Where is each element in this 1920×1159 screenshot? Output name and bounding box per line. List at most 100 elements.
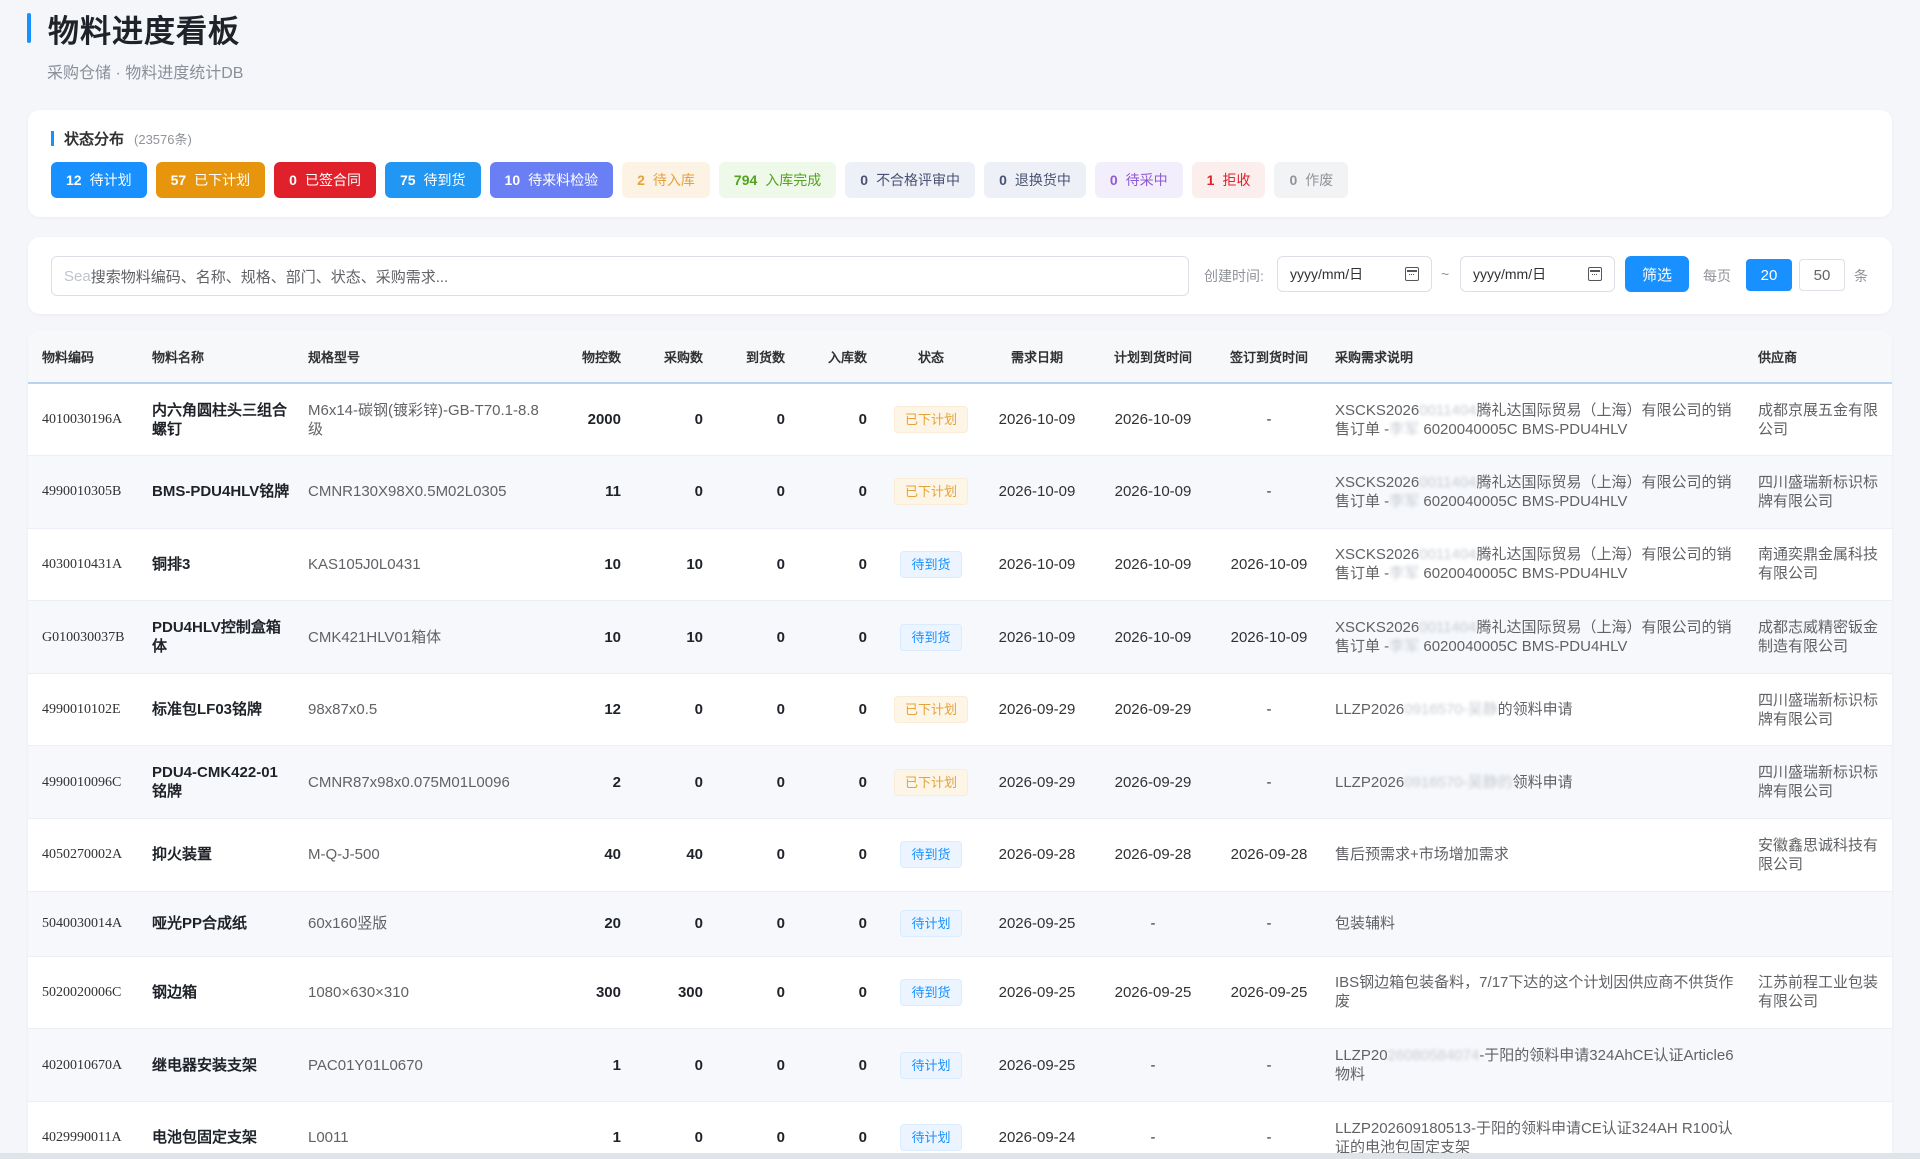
rk-qty-cell: 0 [858,701,867,719]
requirement-cell: IBS钢边箱包装备料，7/17下达的这个计划因供应商不供货作废 [1327,956,1750,1029]
date-from-input[interactable]: yyyy/mm/日 [1277,256,1432,292]
col-header-plan-date[interactable]: 计划到货时间 [1095,330,1211,383]
material-table: 物料编码 物料名称 规格型号 物控数 采购数 到货数 入库数 状态 需求日期 计… [28,330,1892,1159]
status-chip[interactable]: 0 不合格评审中 [845,162,976,198]
table-row[interactable]: 4010030196A 内六角圆柱头三组合螺钉 M6x14-碳钢(镀彩锌)-GB-T… [28,383,1892,456]
col-header-name[interactable]: 物料名称 [144,330,300,383]
requirement-redacted: 李军 [1389,492,1420,510]
cg-qty-cell: 0 [694,483,703,501]
status-chip-label: 作废 [1305,172,1334,188]
rk-qty-cell: 0 [858,1056,867,1074]
sign-date-cell: 2026-09-28 [1230,846,1308,864]
need-date-cell: 2026-09-25 [998,1056,1076,1074]
sign-date-cell: - [1266,1056,1272,1074]
material-code-cell: 4990010096C [42,774,122,790]
search-input[interactable]: Sea 搜索物料编码、名称、规格、部门、状态、采购需求... [51,256,1189,296]
search-placeholder: 搜索物料编码、名称、规格、部门、状态、采购需求... [90,268,449,286]
col-header-need-date[interactable]: 需求日期 [979,330,1095,383]
status-chip[interactable]: 0 待采中 [1094,162,1183,198]
status-chip[interactable]: 2 待入库 [622,162,710,198]
status-chip[interactable]: 12 待计划 [51,162,147,198]
material-table-card: 物料编码 物料名称 规格型号 物控数 采购数 到货数 入库数 状态 需求日期 计… [28,330,1892,1159]
need-date-cell: 2026-10-09 [998,555,1076,573]
status-chip-label: 入库完成 [765,172,822,188]
status-chip-label: 待入库 [652,172,695,188]
col-header-cg[interactable]: 采购数 [637,330,719,383]
bottom-scroll-edge [0,1153,1920,1159]
status-cell: 已下计划 [883,456,979,529]
status-cell: 待到货 [883,601,979,674]
rk-qty-cell: 0 [858,846,867,864]
dh-qty-cell: 0 [776,555,785,573]
requirement-text: 包装辅料 [1335,915,1396,933]
calendar-icon[interactable] [1588,267,1602,281]
requirement-redacted: 0011404 [1419,546,1477,564]
col-header-rk[interactable]: 入库数 [801,330,883,383]
dh-qty-cell: 0 [776,1056,785,1074]
requirement-text: 6020040005C BMS-PDU4HLV [1419,420,1628,438]
col-header-supplier[interactable]: 供应商 [1750,330,1892,383]
col-header-spec[interactable]: 规格型号 [300,330,555,383]
dh-qty-cell: 0 [776,628,785,646]
calendar-icon[interactable] [1405,267,1419,281]
rk-qty-cell: 0 [858,555,867,573]
col-header-dh[interactable]: 到货数 [719,330,801,383]
requirement-cell: 售后预需求+市场增加需求 [1327,819,1750,892]
status-chip-list: 12 待计划 57 已下计划 0 已签合同 75 待到货 10 待来料检验 2 待入库 794 入库完成 0… [51,162,1349,198]
table-row[interactable]: 4990010102E 标准包LF03铭牌 98x87x0.5 12 0 0 0 已下计划 20… [28,673,1892,746]
status-chip-count: 1 [1206,172,1215,188]
col-header-code[interactable]: 物料编码 [28,330,144,383]
cg-qty-cell: 0 [694,701,703,719]
table-row[interactable]: 4990010305B BMS-PDU4HLV铭牌 CMNR130X98X0.5M0… [28,455,1892,529]
table-row[interactable]: 4020010670A 继电器安装支架 PAC01Y01L0670 1 0 0 0 待计划 20… [28,1028,1892,1102]
table-row[interactable]: 5020020006C 钢边箱 1080×630×310 300 300 0 0 待到货 202… [28,956,1892,1029]
material-name-cell: 抑火装置 [152,846,213,864]
material-code-cell: 4990010102E [42,702,121,718]
supplier-cell [1750,1029,1892,1102]
requirement-text: 6020040005C BMS-PDU4HLV [1419,492,1628,510]
table-row[interactable]: G010030037B PDU4HLV控制盒箱体 CMK421HLV01箱体 10 10… [28,600,1892,674]
requirement-cell: XSCKS20260011404腾礼达国际贸易（上海）有限公司的销售订单 -李军… [1327,383,1750,456]
requirement-redacted: 李军 [1389,565,1420,583]
date-to-placeholder: yyyy/mm/日 [1473,266,1547,282]
date-from-placeholder: yyyy/mm/日 [1290,266,1364,282]
status-badge: 待到货 [900,841,962,869]
status-chip[interactable]: 0 退换货中 [984,162,1086,198]
table-row[interactable]: 4050270002A 抑火装置 M-Q-J-500 40 40 0 0 待到货 2026-09… [28,819,1892,892]
status-chip-label: 待来料检验 [528,172,599,188]
spec-cell: 60x160竖版 [308,915,388,933]
material-code-cell: 5020020006C [42,984,122,1000]
col-header-wk[interactable]: 物控数 [555,330,637,383]
status-badge: 已下计划 [893,696,968,724]
status-chip[interactable]: 75 待到货 [384,162,481,198]
status-chip-count: 0 [289,172,297,188]
status-chip[interactable]: 57 已下计划 [155,162,266,198]
requirement-redacted: 0011404 [1419,401,1477,419]
material-name-cell: 继电器安装支架 [152,1056,258,1074]
need-date-cell: 2026-10-09 [998,411,1076,429]
table-row[interactable]: 4030010431A 铜排3 KAS105J0L0431 10 10 0 0 待到货 2026… [28,528,1892,601]
page-size-50-button[interactable]: 50 [1799,259,1845,291]
status-chip-count: 794 [733,172,758,188]
status-chip[interactable]: 794 入库完成 [718,162,837,198]
table-row[interactable]: 5040030014A 哑光PP合成纸 60x160竖版 20 0 0 0 待计划 2026-0… [28,891,1892,957]
col-header-requirement[interactable]: 采购需求说明 [1327,330,1750,383]
status-chip[interactable]: 0 作废 [1274,162,1349,198]
wk-qty-cell: 11 [605,483,621,501]
table-row[interactable]: 4990010096C PDU4-CMK422-01铭牌 CMNR87x98x0.0… [28,745,1892,819]
status-distribution-card: 状态分布 (23576条) 12 待计划 57 已下计划 0 已签合同 75 待到货 10 待来料… [28,110,1892,217]
dh-qty-cell: 0 [776,701,785,719]
col-header-status[interactable]: 状态 [883,330,979,383]
status-chip[interactable]: 1 拒收 [1191,162,1266,198]
status-badge: 待到货 [900,550,962,578]
filter-button[interactable]: 筛选 [1625,256,1689,292]
date-to-input[interactable]: yyyy/mm/日 [1460,256,1615,292]
status-chip[interactable]: 0 已签合同 [274,162,376,198]
rk-qty-cell: 0 [858,483,867,501]
status-chip[interactable]: 10 待来料检验 [489,162,614,198]
col-header-sign-date[interactable]: 签订到货时间 [1211,330,1327,383]
need-date-cell: 2026-09-29 [998,701,1076,719]
page-size-20-button[interactable]: 20 [1746,259,1792,291]
requirement-text: 售后预需求+市场增加需求 [1335,846,1509,864]
table-row[interactable]: 4029990011A 电池包固定支架 L0011 1 0 0 0 待计划 2026-09-24… [28,1101,1892,1159]
